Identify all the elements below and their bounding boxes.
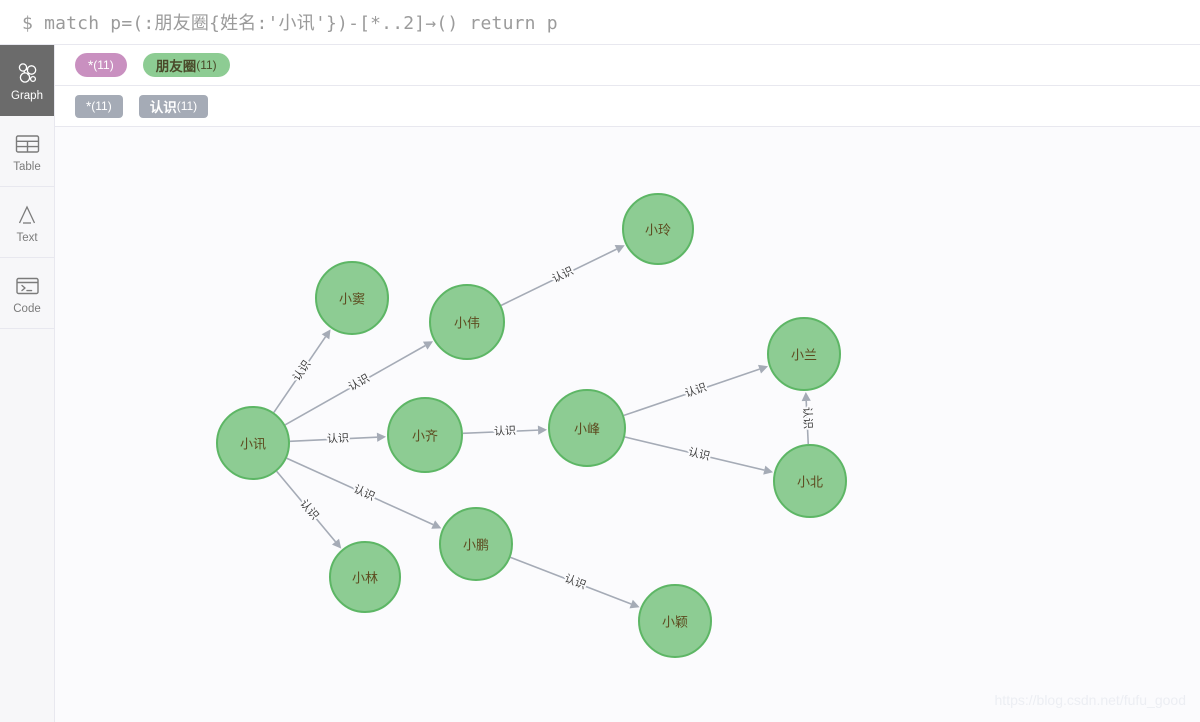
legend-rel-renshi-count: (11) [176,99,198,113]
table-icon [15,129,40,159]
neo4j-browser-result-frame: $ match p=(:朋友圈{姓名:'小讯'})-[*..2]→() retu… [0,0,1200,722]
relationship-arrowhead [763,465,774,475]
graph-node[interactable]: 小北 [773,444,847,518]
node-circle[interactable] [622,193,694,265]
relationship[interactable]: 认识认识 [462,422,548,440]
code-icon [15,271,40,301]
relationship-arrowhead [758,364,769,374]
relationship-line [462,429,539,435]
node-circle[interactable] [767,317,841,391]
legend-node-pengyouquan[interactable]: 朋友圈 (11) [142,53,230,77]
relationship-arrowhead [537,425,548,435]
node-circle[interactable] [315,261,389,335]
graph-svg: 认识认识 认识认识认识认识认识认识认识认识认识认识认识认识认识认识认识认识认识认识… [216,193,847,658]
relationship[interactable]: 认识认识 [623,364,769,417]
graph-node[interactable]: 小兰 [767,317,841,391]
relationship[interactable]: 认识认识 [624,436,774,475]
legend-rel-all-count: (11) [91,99,112,113]
node-circle[interactable] [773,444,847,518]
legend-relationship-row: * (11) 认识 (11) [55,86,1200,127]
result-view-sidebar: Graph Table Text Code [0,45,55,722]
sidebar-item-label: Graph [11,89,43,102]
relationship-line [273,336,327,413]
sidebar-item-text[interactable]: Text [0,187,54,258]
relationship[interactable]: 认识认识 [799,391,817,445]
relationship-line [623,368,760,417]
relationship[interactable]: 认识认识 [289,430,387,448]
legend-node-all[interactable]: * (11) [75,53,127,77]
query-text: $ match p=(:朋友圈{姓名:'小讯'})-[*..2]→() retu… [22,13,558,34]
legend-rel-renshi-label: 认识 [149,100,177,115]
relationship-line [289,436,378,443]
relationship[interactable]: 认识认识 [510,556,640,609]
sidebar-item-graph[interactable]: Graph [0,45,54,116]
legend-rel-all[interactable]: * (11) [75,94,123,118]
relationship-arrowhead [376,432,387,442]
relationship-arrowhead [801,391,811,402]
sidebar-item-code[interactable]: Code [0,258,54,329]
graph-node[interactable]: 小窦 [315,261,389,335]
relationship[interactable]: 认识认识 [276,470,342,549]
graph-icon [15,58,39,88]
relationship[interactable]: 认识认识 [500,245,625,307]
node-layer: 小讯小窦小伟 小玲小齐 小峰 小兰小北小林小鹏小颖 [216,193,847,658]
relationship[interactable]: 认识认识 [273,329,331,413]
relationship-arrowhead [321,329,331,340]
graph-node[interactable]: 小齐 [387,397,463,473]
graph-visualization-canvas[interactable]: 认识 认识 认识 认识 认识 认识 认识 认识 认识 认识 认识 认识 认识 认识 认识 认识 认识 认识 认识 认识… [55,127,1200,722]
legend-node-pengyouquan-label: 朋友圈 [155,59,197,74]
node-circle[interactable] [429,284,505,360]
sidebar-item-label: Code [13,302,41,315]
graph-node[interactable]: 小讯 [216,406,290,480]
graph-node[interactable]: 小峰 [548,389,626,467]
graph-node[interactable]: 小林 [329,541,401,613]
legend-rel-renshi[interactable]: 认识 (11) [138,94,209,118]
sidebar-filler [0,329,54,722]
relationship-line [805,400,810,445]
node-circle[interactable] [548,389,626,467]
graph-node[interactable]: 小玲 [622,193,694,265]
graph-node[interactable]: 小鹏 [439,507,513,581]
text-icon [15,200,39,230]
legend-panel: * (11) 朋友圈 (11) * (11) 认识 (11) [55,45,1200,127]
node-circle[interactable] [387,397,463,473]
sidebar-item-label: Text [16,231,38,244]
sidebar-item-label: Table [13,160,41,173]
legend-node-all-count: (11) [93,58,114,72]
node-circle[interactable] [216,406,290,480]
relationship-line [276,470,337,543]
graph-node[interactable]: 小颖 [638,584,712,658]
node-circle[interactable] [439,507,513,581]
relationship-line [510,556,632,605]
query-bar[interactable]: $ match p=(:朋友圈{姓名:'小讯'})-[*..2]→() retu… [0,0,1200,45]
sidebar-item-table[interactable]: Table [0,116,54,187]
relationship-line [500,248,617,307]
node-circle[interactable] [638,584,712,658]
relationship-line [624,436,765,471]
legend-node-row: * (11) 朋友圈 (11) [55,45,1200,86]
graph-node[interactable]: 小伟 [429,284,505,360]
legend-node-pengyouquan-count: (11) [196,58,217,72]
node-circle[interactable] [329,541,401,613]
